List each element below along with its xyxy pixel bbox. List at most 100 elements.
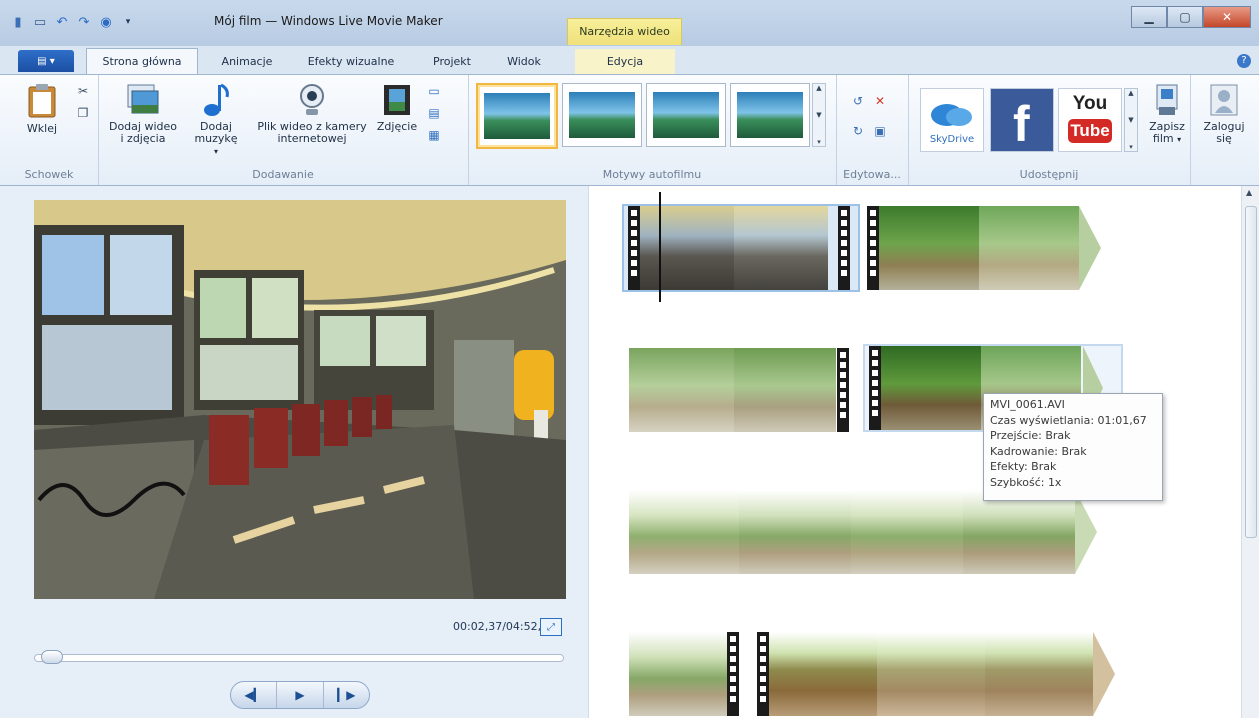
title-icon[interactable]: ▭ xyxy=(426,83,442,99)
previous-frame-icon: ◀▎ xyxy=(244,688,263,702)
scrollbar-thumb[interactable] xyxy=(1245,206,1257,538)
previous-frame-button[interactable]: ◀▎ xyxy=(231,682,278,708)
clip-info-tooltip: MVI_0061.AVI Czas wyświetlania: 01:01,67… xyxy=(983,393,1163,501)
undo-icon[interactable]: ↶ xyxy=(54,14,70,30)
preview-pane: 00:02,37/04:52,75 ⤢ ◀▎ ▶ ▎▶ xyxy=(0,186,588,718)
group-clipboard: Wklej ✂ ❐ Schowek xyxy=(0,75,99,185)
clip-1[interactable] xyxy=(622,204,860,292)
scroll-down-icon[interactable]: ▼ xyxy=(816,111,821,119)
save-movie-button[interactable]: Zapisz film ▾ xyxy=(1144,83,1190,146)
customize-qat-chevron-icon[interactable]: ▾ xyxy=(120,14,136,30)
skydrive-label: SkyDrive xyxy=(929,134,975,145)
credits-icon[interactable]: ▦ xyxy=(426,127,442,143)
group-editing: ↺ ✕ ↻ ▣ Edytowa... xyxy=(836,75,909,185)
clip-1-frame-2 xyxy=(734,206,828,290)
skydrive-button[interactable]: SkyDrive xyxy=(920,88,984,152)
cut-icon[interactable]: ✂ xyxy=(75,83,91,99)
clip-7-frame-2 xyxy=(877,632,985,716)
group-add-label: Dodawanie xyxy=(252,168,314,181)
add-videos-photos-button[interactable]: Dodaj wideo i zdjęcia xyxy=(108,83,178,145)
clip-3[interactable] xyxy=(629,348,851,432)
rotate-right-icon[interactable]: ↻ xyxy=(850,123,866,139)
sign-in-button[interactable]: Zaloguj się xyxy=(1200,83,1248,145)
clip-4-frame-1 xyxy=(881,346,981,430)
themes-gallery-scroll[interactable]: ▲ ▼ ▾ xyxy=(812,83,826,147)
save-movie-dropdown-icon[interactable]: ▾ xyxy=(1177,135,1181,144)
group-share-label: Udostępnij xyxy=(1019,168,1079,181)
ribbon-tab-row: ▤ ▾ Strona główna Animacje Efekty wizual… xyxy=(0,46,1259,75)
tab-home[interactable]: Strona główna xyxy=(86,48,198,74)
minimize-button[interactable]: ▁ xyxy=(1131,6,1167,28)
help-icon[interactable]: ? xyxy=(1237,54,1251,68)
redo-icon[interactable]: ↷ xyxy=(76,14,92,30)
clip-5-frame-2 xyxy=(739,490,851,574)
share-scroll-up-icon[interactable]: ▲ xyxy=(1128,89,1133,97)
clip-5[interactable] xyxy=(629,490,1099,574)
select-all-icon[interactable]: ▣ xyxy=(872,123,888,139)
paste-button[interactable]: Wklej xyxy=(22,83,62,135)
add-music-button[interactable]: Dodaj muzykę ▾ xyxy=(192,83,240,158)
tab-project[interactable]: Projekt xyxy=(420,49,484,74)
playhead[interactable] xyxy=(659,192,661,302)
clip-7-frame-3 xyxy=(985,632,1093,716)
fullscreen-button[interactable]: ⤢ xyxy=(540,618,562,636)
application-menu-button[interactable]: ▤ ▾ xyxy=(18,50,74,72)
storyboard-scrollbar[interactable]: ▲ xyxy=(1241,186,1259,718)
automovie-theme-cinematic[interactable] xyxy=(646,83,726,147)
close-button[interactable]: ✕ xyxy=(1203,6,1251,28)
app-icon[interactable]: ▮ xyxy=(10,14,26,30)
group-sign-in: Zaloguj się xyxy=(1190,75,1259,185)
automovie-theme-default[interactable] xyxy=(476,83,558,149)
group-editing-label: Edytowa... xyxy=(843,168,901,181)
paste-label: Wklej xyxy=(26,122,58,135)
tab-edit[interactable]: Edycja xyxy=(575,49,675,74)
automovie-theme-contemporary[interactable] xyxy=(562,83,642,147)
clip-2-transition-arrow xyxy=(1079,206,1101,290)
seek-thumb[interactable] xyxy=(41,650,64,664)
rotate-left-icon[interactable]: ↺ xyxy=(850,93,866,109)
share-scroll-down-icon[interactable]: ▼ xyxy=(1128,116,1133,124)
save-icon[interactable]: ▭ xyxy=(32,14,48,30)
tooltip-crop: Kadrowanie: Brak xyxy=(990,444,1087,458)
tooltip-speed: Szybkość: 1x xyxy=(990,475,1062,489)
scrollbar-up-icon[interactable]: ▲ xyxy=(1246,188,1252,197)
snapshot-button[interactable]: Zdjęcie xyxy=(373,83,421,133)
clip-2-frame-1 xyxy=(879,206,979,290)
play-button[interactable]: ▶ xyxy=(277,682,324,708)
video-photo-icon xyxy=(127,84,159,114)
tooltip-transition: Przejście: Brak xyxy=(990,429,1071,442)
clip-2[interactable] xyxy=(867,206,1117,290)
automovie-theme-fade[interactable] xyxy=(730,83,810,147)
youtube-button[interactable]: You Tube xyxy=(1058,88,1122,152)
clip-6[interactable] xyxy=(629,632,741,716)
clip-5-frame-4 xyxy=(963,490,1075,574)
gallery-more-icon[interactable]: ▾ xyxy=(817,138,821,146)
clip-5-frame-1 xyxy=(629,490,739,574)
next-frame-button[interactable]: ▎▶ xyxy=(324,682,369,708)
clip-1-frame-1 xyxy=(640,206,734,290)
scroll-up-icon[interactable]: ▲ xyxy=(816,84,821,92)
clip-7[interactable] xyxy=(757,632,1117,716)
copy-icon[interactable]: ❐ xyxy=(75,105,91,121)
tab-animations[interactable]: Animacje xyxy=(212,49,282,74)
tab-view[interactable]: Widok xyxy=(496,49,552,74)
share-gallery-scroll[interactable]: ▲ ▼ ▾ xyxy=(1124,88,1138,152)
window-title: Mój film — Windows Live Movie Maker xyxy=(214,14,443,28)
clip-2-frame-2 xyxy=(979,206,1079,290)
video-preview[interactable] xyxy=(34,200,566,599)
snapshot-label: Zdjęcie xyxy=(376,120,418,133)
maximize-button[interactable]: ▢ xyxy=(1167,6,1203,28)
caption-icon[interactable]: ▤ xyxy=(426,105,442,121)
clip-5-frame-3 xyxy=(851,490,963,574)
youtube-tube-label: Tube xyxy=(1068,119,1112,143)
share-more-icon[interactable]: ▾ xyxy=(1129,143,1133,151)
seek-bar[interactable] xyxy=(34,654,564,662)
webcam-video-button[interactable]: Plik wideo z kamery internetowej xyxy=(251,83,373,145)
clip-7-frame-1 xyxy=(769,632,877,716)
add-music-dropdown-icon[interactable]: ▾ xyxy=(214,147,218,156)
tab-visual-effects[interactable]: Efekty wizualne xyxy=(296,49,406,74)
publish-globe-icon[interactable]: ◉ xyxy=(98,14,114,30)
clip-3-frame-2 xyxy=(734,348,836,432)
delete-icon[interactable]: ✕ xyxy=(872,93,888,109)
facebook-button[interactable]: f xyxy=(990,88,1054,152)
